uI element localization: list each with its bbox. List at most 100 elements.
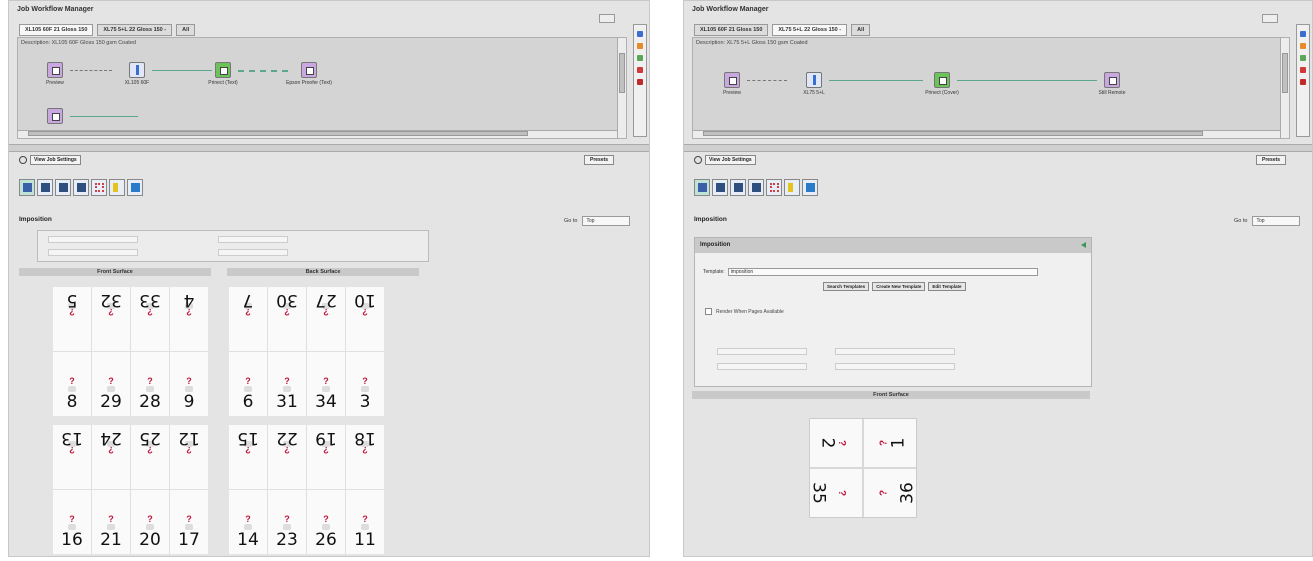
output-tool-icon[interactable] (802, 179, 818, 196)
field[interactable] (218, 249, 288, 256)
workflow-node-press[interactable]: XL75 5+L (779, 72, 849, 96)
workflow-node-remote[interactable]: Still Remote (1077, 72, 1147, 96)
edit-template-button[interactable]: Edit Template (928, 282, 966, 291)
tool-icon[interactable] (1300, 31, 1306, 37)
tab-job-1[interactable]: XL105 60F 21 Gloss 150 (694, 24, 769, 36)
splitter[interactable] (684, 144, 1312, 152)
tab-all[interactable]: All (851, 24, 871, 36)
imposition-tool-icon[interactable] (694, 179, 710, 196)
color-tool-icon[interactable] (109, 179, 125, 196)
page-cell[interactable]: ? 3 (346, 352, 384, 416)
tool-icon[interactable] (637, 43, 643, 49)
field[interactable] (48, 249, 138, 256)
tool-icon[interactable] (1300, 43, 1306, 49)
page-cell[interactable]: ? 4 (170, 287, 208, 351)
panel-header[interactable]: Imposition (695, 238, 1091, 253)
presets-button[interactable]: Presets (1256, 155, 1287, 165)
horizontal-scrollbar[interactable] (693, 130, 1280, 138)
tool-icon[interactable] (637, 31, 643, 37)
page-cell[interactable]: ? 20 (131, 490, 169, 554)
page-cell[interactable]: ? 34 (307, 352, 345, 416)
page-cell[interactable]: ? 18 (346, 425, 384, 489)
page-cell[interactable]: ? 26 (307, 490, 345, 554)
page-cell[interactable]: ? 1 (864, 419, 916, 467)
create-new-template-button[interactable]: Create New Template (872, 282, 926, 291)
page-cell[interactable]: ? 8 (53, 352, 91, 416)
page-cell[interactable]: ? 23 (268, 490, 306, 554)
tab-job-2[interactable]: XL75 5+L 22 Gloss 150 - (97, 24, 173, 36)
tool-icon[interactable] (1300, 79, 1306, 85)
splitter[interactable] (9, 144, 649, 152)
print-tool-icon[interactable] (37, 179, 53, 196)
page-cell[interactable]: ? 31 (268, 352, 306, 416)
field[interactable] (218, 236, 288, 243)
page-cell[interactable]: ? 28 (131, 352, 169, 416)
layout-tool-icon[interactable] (55, 179, 71, 196)
output-tool-icon[interactable] (127, 179, 143, 196)
workflow-node-preview[interactable]: Preview (697, 72, 767, 96)
page-cell[interactable]: ? 13 (53, 425, 91, 489)
page-cell[interactable]: ? 16 (53, 490, 91, 554)
tool-icon[interactable] (1300, 55, 1306, 61)
page-cell[interactable]: ? 12 (170, 425, 208, 489)
page-cell[interactable]: ? 22 (268, 425, 306, 489)
color-tool-icon[interactable] (784, 179, 800, 196)
page-cell[interactable]: ? 15 (229, 425, 267, 489)
page-cell[interactable]: ? 30 (268, 287, 306, 351)
tool-icon[interactable] (637, 55, 643, 61)
page-cell[interactable]: ? 21 (92, 490, 130, 554)
page-cell[interactable]: ? 11 (346, 490, 384, 554)
page-cell[interactable]: ? 17 (170, 490, 208, 554)
view-job-settings-button[interactable]: View Job Settings (30, 155, 81, 165)
page-cell[interactable]: ? 5 (53, 287, 91, 351)
goto-select[interactable]: Top (1252, 216, 1301, 226)
print-tool-icon[interactable] (712, 179, 728, 196)
field[interactable] (835, 348, 955, 355)
page-cell[interactable]: ? 6 (229, 352, 267, 416)
tool-icon[interactable] (637, 79, 643, 85)
page-cell[interactable]: ? 32 (92, 287, 130, 351)
collapse-arrow-icon[interactable] (1081, 242, 1086, 248)
render-checkbox[interactable] (705, 308, 712, 315)
window-button[interactable] (1262, 14, 1278, 23)
page-cell[interactable]: ? 36 (864, 469, 917, 517)
page-cell[interactable]: ? 33 (131, 287, 169, 351)
marks-tool-icon[interactable] (91, 179, 107, 196)
search-templates-button[interactable]: Search Templates (823, 282, 870, 291)
workflow-node-prinect[interactable]: Prinect (Cover) (907, 72, 977, 96)
field[interactable] (717, 348, 807, 355)
workflow-node-prinect[interactable]: Prinect (Text) (188, 62, 258, 86)
tab-job-2[interactable]: XL75 5+L 22 Gloss 150 - (772, 24, 848, 36)
page-cell[interactable]: ? 7 (229, 287, 267, 351)
field[interactable] (717, 363, 807, 370)
vertical-scrollbar[interactable] (617, 38, 626, 138)
page-cell[interactable]: ? 35 (809, 469, 862, 517)
tool-icon[interactable] (1300, 67, 1306, 73)
goto-select[interactable]: Top (582, 216, 631, 226)
layout-tool-icon[interactable] (730, 179, 746, 196)
page-cell[interactable]: ? 10 (346, 287, 384, 351)
page-cell[interactable]: ? 24 (92, 425, 130, 489)
page-cell[interactable]: ? 25 (131, 425, 169, 489)
tab-all[interactable]: All (176, 24, 196, 36)
document-tool-icon[interactable] (748, 179, 764, 196)
view-job-settings-button[interactable]: View Job Settings (705, 155, 756, 165)
field[interactable] (48, 236, 138, 243)
vertical-scrollbar[interactable] (1280, 38, 1289, 138)
field[interactable] (835, 363, 955, 370)
page-cell[interactable]: ? 29 (92, 352, 130, 416)
workflow-node-press[interactable]: XL105 60F (102, 62, 172, 86)
window-button[interactable] (599, 14, 615, 23)
presets-button[interactable]: Presets (584, 155, 615, 165)
marks-tool-icon[interactable] (766, 179, 782, 196)
page-cell[interactable]: ? 27 (307, 287, 345, 351)
page-cell[interactable]: ? 2 (810, 419, 862, 467)
page-cell[interactable]: ? 14 (229, 490, 267, 554)
workflow-node-preview[interactable]: Preview (20, 62, 90, 86)
tab-job-1[interactable]: XL105 60F 21 Gloss 150 (19, 24, 94, 36)
horizontal-scrollbar[interactable] (18, 130, 617, 138)
template-select[interactable]: imposition (727, 268, 1038, 276)
page-cell[interactable]: ? 9 (170, 352, 208, 416)
tool-icon[interactable] (637, 67, 643, 73)
document-tool-icon[interactable] (73, 179, 89, 196)
